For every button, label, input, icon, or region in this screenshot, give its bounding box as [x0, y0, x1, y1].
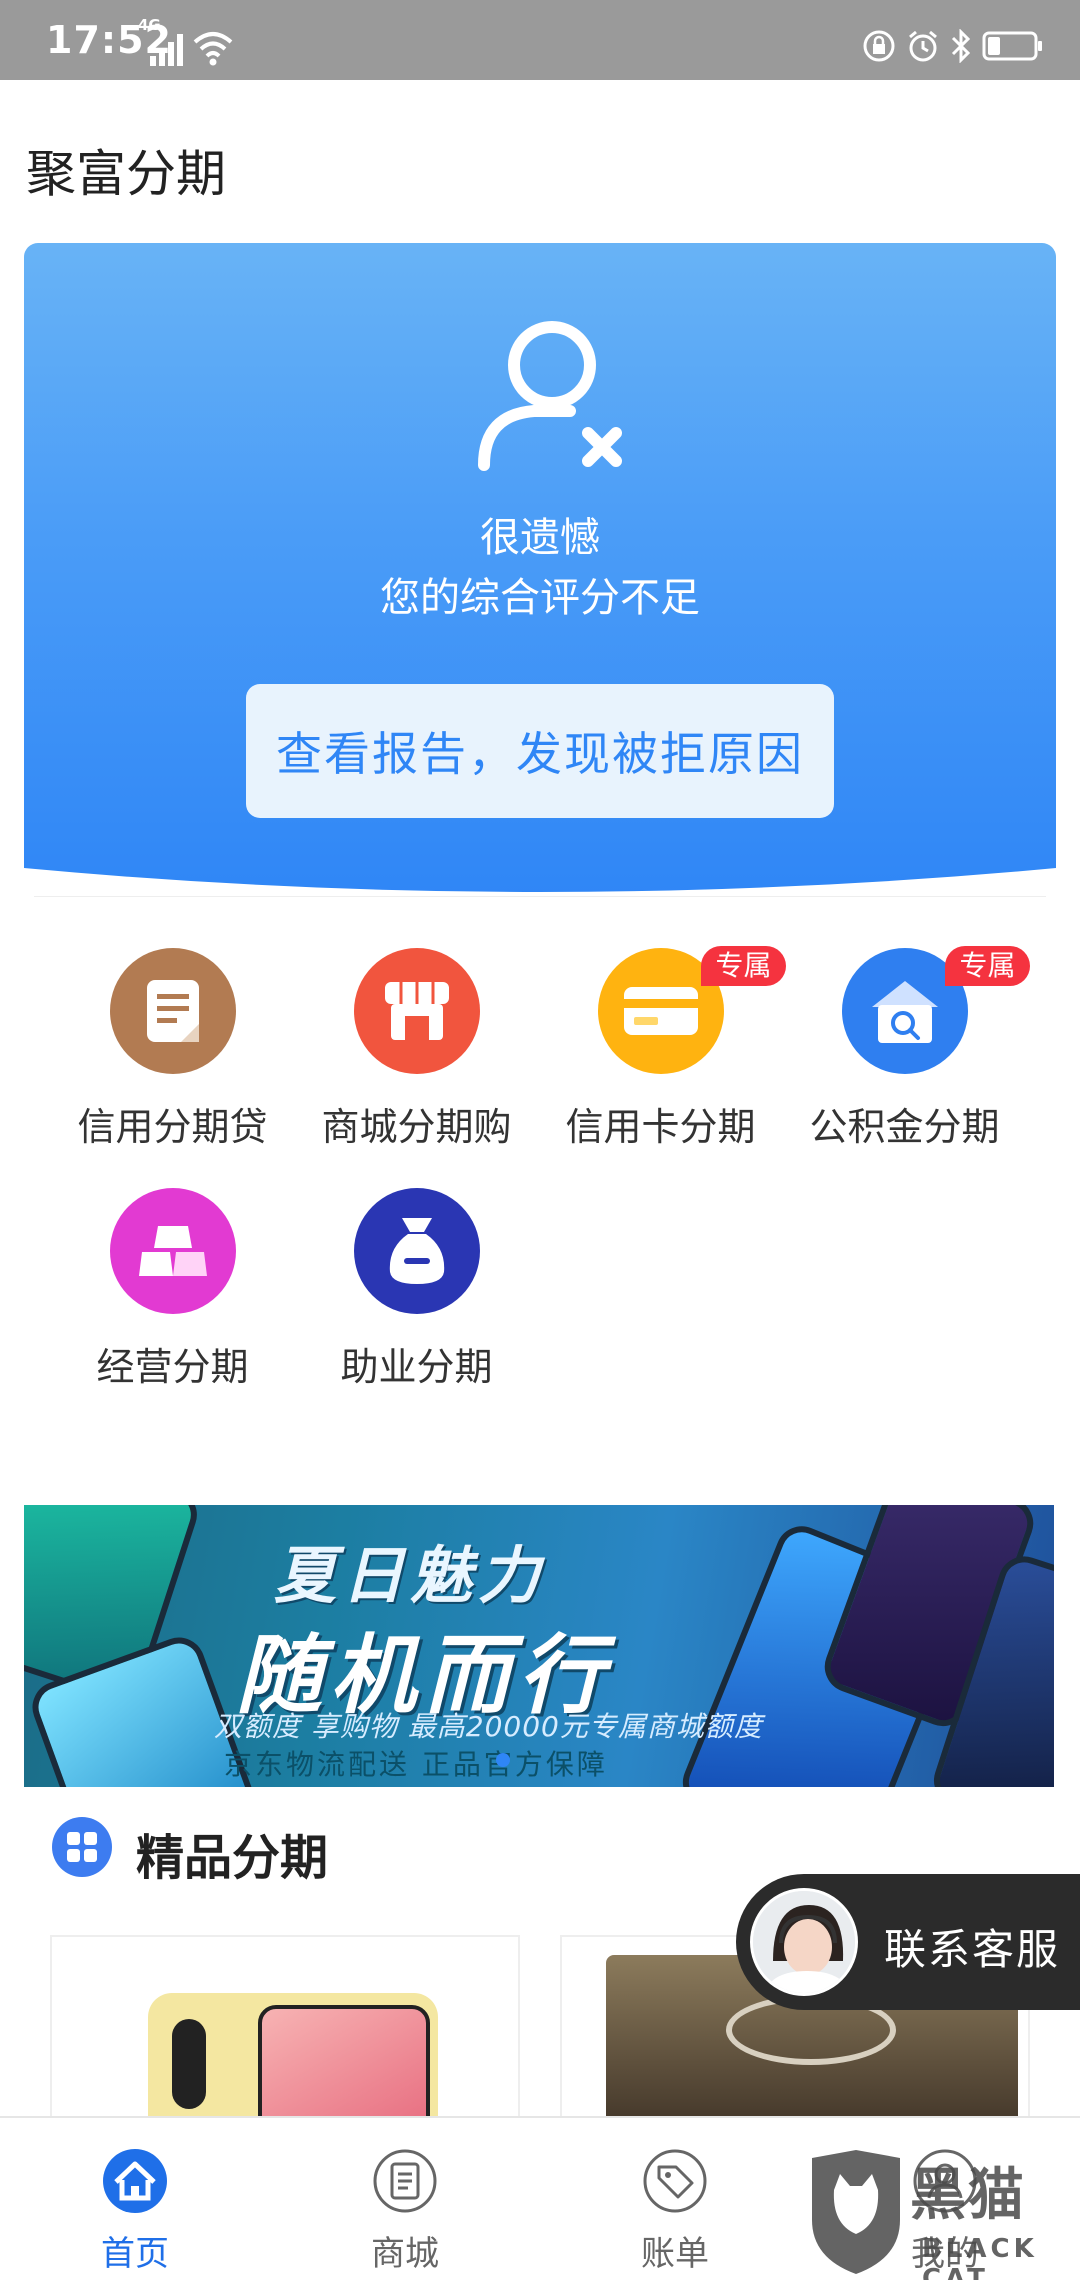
banner-title: 夏日魅力	[274, 1539, 547, 1612]
document-icon	[109, 948, 236, 1074]
cat-shield-icon	[812, 2150, 900, 2274]
customer-service-label: 联系客服	[884, 1925, 1061, 1974]
divider	[34, 896, 1046, 897]
result-title: 很遗憾	[480, 515, 600, 561]
credit-card-icon: 专属	[597, 946, 786, 1074]
service-label: 信用分期贷	[77, 1105, 268, 1149]
customer-service-button[interactable]: 联系客服	[736, 1874, 1080, 2010]
home-icon	[103, 2149, 167, 2213]
service-housing-fund[interactable]: 专属 公积金分期	[782, 946, 1030, 1151]
status-bar: 17:52 4G	[0, 0, 1080, 80]
tab-mall[interactable]: 商城	[270, 2118, 540, 2280]
agent-avatar	[750, 1888, 858, 1996]
result-card: 很遗憾 您的综合评分不足 查看报告，发现被拒原因	[24, 243, 1056, 898]
tag-icon	[643, 2149, 707, 2213]
banner-subtitle-2: 京东物流配送 正品官方保障	[224, 1748, 608, 1781]
banner-subtitle: 双额度 享购物 最高20000元专属商城额度	[214, 1710, 763, 1743]
money-bag-icon	[353, 1188, 480, 1314]
exclusive-badge: 专属	[701, 946, 786, 986]
signal-icon	[150, 34, 183, 66]
product-image	[148, 1993, 438, 2133]
tab-home[interactable]: 首页	[0, 2118, 270, 2280]
status-icons	[862, 26, 1044, 66]
gold-bars-icon	[109, 1188, 236, 1314]
tab-label: 账单	[641, 2234, 709, 2274]
product-card[interactable]	[50, 1935, 520, 2135]
list-icon	[373, 2149, 437, 2213]
bluetooth-icon	[951, 29, 971, 63]
carousel-indicator[interactable]	[496, 1753, 510, 1767]
tab-label: 首页	[101, 2234, 169, 2274]
result-message: 您的综合评分不足	[380, 575, 700, 621]
service-mall[interactable]: 商城分期购	[294, 948, 539, 1151]
service-label: 信用卡分期	[565, 1105, 756, 1149]
service-business[interactable]: 经营分期	[50, 1188, 295, 1391]
wifi-icon	[193, 32, 233, 66]
service-employment[interactable]: 助业分期	[294, 1188, 539, 1391]
view-report-button[interactable]: 查看报告，发现被拒原因	[246, 684, 834, 818]
watermark-text: 黑猫	[910, 2163, 1026, 2228]
section-title: 精品分期	[136, 1830, 329, 1886]
store-icon	[353, 948, 480, 1074]
service-label: 商城分期购	[321, 1105, 512, 1149]
card-wave	[24, 868, 1056, 898]
black-cat-watermark: 黑猫 BLACK CAT	[806, 2150, 1080, 2280]
tab-bills[interactable]: 账单	[540, 2118, 810, 2280]
watermark-subtext: BLACK CAT	[922, 2234, 1038, 2280]
user-rejected-icon	[478, 321, 622, 471]
network-type: 4G	[138, 16, 161, 34]
service-label: 经营分期	[96, 1345, 249, 1389]
grid-icon	[52, 1817, 112, 1877]
service-label: 助业分期	[340, 1345, 493, 1389]
battery-icon	[982, 31, 1042, 61]
promo-banner[interactable]: 夏日魅力 随机而行 双额度 享购物 最高20000元专属商城额度 京东物流配送 …	[24, 1505, 1054, 1787]
service-credit-card[interactable]: 专属 信用卡分期	[538, 946, 786, 1151]
lock-rotation-icon	[863, 30, 895, 62]
service-credit-loan[interactable]: 信用分期贷	[50, 948, 295, 1151]
house-search-icon: 专属	[841, 946, 1030, 1074]
service-label: 公积金分期	[809, 1105, 1000, 1149]
exclusive-badge: 专属	[945, 946, 1030, 986]
tab-label: 商城	[371, 2234, 439, 2274]
page-title: 聚富分期	[26, 145, 226, 203]
camera-icon	[172, 2019, 206, 2109]
alarm-icon	[909, 30, 937, 62]
